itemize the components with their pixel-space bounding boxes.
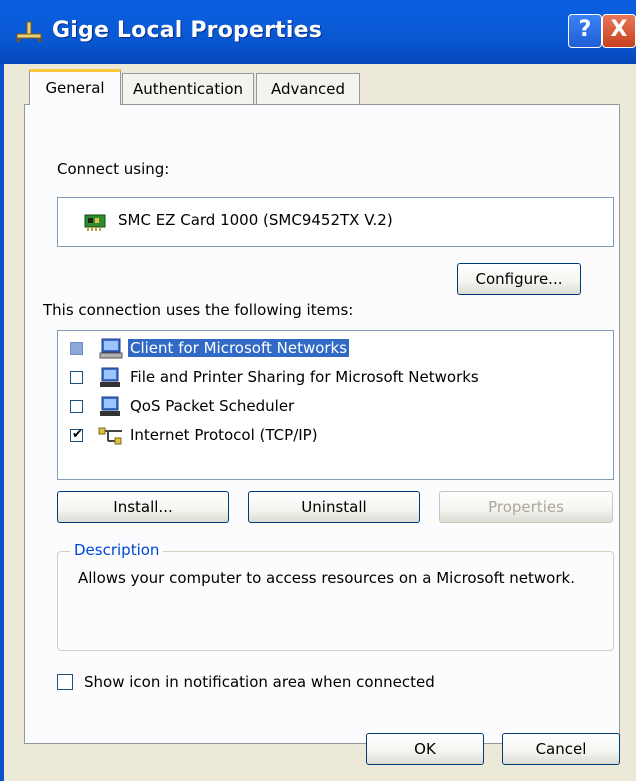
- description-group: Description Allows your computer to acce…: [57, 541, 614, 651]
- checkmark-icon: ✔: [72, 427, 83, 442]
- close-icon: X: [610, 17, 628, 42]
- connect-using-label: Connect using:: [57, 160, 170, 178]
- show-icon-label[interactable]: Show icon in notification area when conn…: [84, 673, 435, 691]
- list-item[interactable]: Client for Microsoft Networks: [58, 337, 613, 361]
- list-item[interactable]: QoS Packet Scheduler: [58, 395, 613, 419]
- network-service-icon: [100, 367, 120, 387]
- adapter-name: SMC EZ Card 1000 (SMC9452TX V.2): [118, 211, 393, 229]
- item-checkbox[interactable]: [70, 371, 83, 384]
- show-icon-checkbox[interactable]: [57, 674, 73, 690]
- item-label: File and Printer Sharing for Microsoft N…: [130, 368, 479, 386]
- components-list[interactable]: Client for Microsoft Networks File and P…: [57, 330, 614, 480]
- title-bar[interactable]: Gige Local Properties ? X: [0, 0, 636, 64]
- adapter-field: SMC EZ Card 1000 (SMC9452TX V.2): [57, 197, 614, 247]
- configure-button[interactable]: Configure...: [457, 263, 581, 295]
- tab-advanced[interactable]: Advanced: [256, 73, 360, 105]
- help-button[interactable]: ?: [568, 14, 602, 48]
- properties-dialog: Gige Local Properties ? X General Authen…: [0, 0, 636, 781]
- item-label: QoS Packet Scheduler: [130, 397, 295, 415]
- cancel-button[interactable]: Cancel: [502, 733, 620, 765]
- install-button[interactable]: Install...: [57, 491, 229, 523]
- description-legend: Description: [70, 541, 164, 559]
- tab-authentication[interactable]: Authentication: [122, 73, 254, 105]
- close-button[interactable]: X: [602, 14, 636, 48]
- window-title: Gige Local Properties: [52, 18, 323, 43]
- tab-general[interactable]: General: [29, 69, 121, 105]
- dialog-body: General Authentication Advanced Connect …: [0, 64, 636, 781]
- item-checkbox[interactable]: [70, 400, 83, 413]
- network-adapter-icon: [84, 214, 106, 231]
- properties-button[interactable]: Properties: [439, 491, 613, 523]
- item-label: Internet Protocol (TCP/IP): [130, 426, 318, 444]
- list-item[interactable]: ✔ Internet Protocol (TCP/IP): [58, 424, 613, 448]
- network-service-icon: [100, 396, 120, 416]
- item-label: Client for Microsoft Networks: [126, 338, 351, 358]
- item-checkbox[interactable]: [70, 342, 83, 355]
- general-tab-panel: Connect using: SMC EZ Card 1000 (SMC9452…: [24, 104, 620, 744]
- item-checkbox[interactable]: ✔: [70, 427, 83, 442]
- list-item[interactable]: File and Printer Sharing for Microsoft N…: [58, 366, 613, 390]
- ok-button[interactable]: OK: [366, 733, 484, 765]
- items-label: This connection uses the following items…: [43, 301, 354, 319]
- network-client-icon: [99, 338, 123, 359]
- network-connection-icon: [16, 21, 42, 42]
- network-protocol-icon: [98, 427, 122, 445]
- uninstall-button[interactable]: Uninstall: [248, 491, 420, 523]
- description-text: Allows your computer to access resources…: [78, 569, 575, 587]
- help-icon: ?: [578, 17, 592, 42]
